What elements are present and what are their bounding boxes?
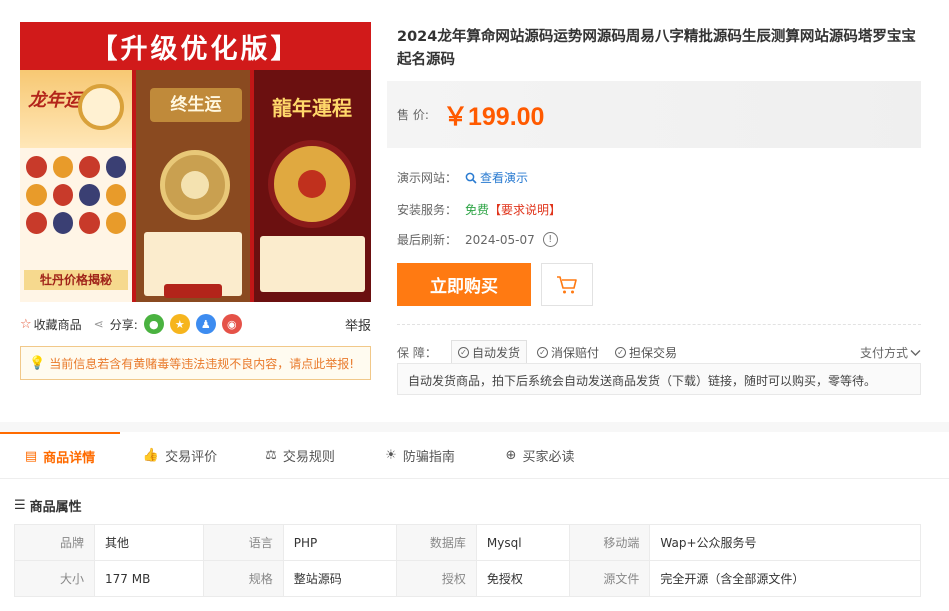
info-icon[interactable]: ! <box>542 232 558 247</box>
buy-now-button[interactable]: 立即购买 <box>397 263 531 306</box>
panel1-footer: 牡丹价格揭秘 <box>24 270 128 290</box>
shop-icon: ▤ <box>24 448 38 464</box>
panel1-ring <box>78 84 124 130</box>
panel3-wheel <box>268 140 356 228</box>
weibo-share-icon[interactable]: ◉ <box>221 314 242 334</box>
demo-label: 演示网站： <box>397 171 458 185</box>
tab-anti-fraud[interactable]: ☀ 防骗指南 <box>360 432 480 478</box>
refresh-row: 最后刷新： 2024-05-07 ! <box>397 231 558 248</box>
bulb-icon: 💡 <box>29 355 46 371</box>
panel1-icon-grid <box>20 148 132 242</box>
guarantee-consumer-protection[interactable]: ✓ 消保赔付 <box>531 341 605 364</box>
tab-buyer-notice[interactable]: ⊕ 买家必读 <box>480 432 600 478</box>
service-row: 安装服务： 免费 【要求说明】 <box>397 201 561 218</box>
image-panel-dragon-year: 龍年運程 <box>254 70 371 302</box>
guarantee-auto-ship[interactable]: ✓ 自动发货 <box>451 340 528 365</box>
share-bar: ⋖ 分享: ● ★ ♟ ◉ <box>94 314 242 334</box>
list-search-icon: ☰ <box>14 498 26 513</box>
chevron-down-icon <box>910 349 921 356</box>
guarantee-label: 保 障： <box>397 346 437 360</box>
panel2-wheel <box>160 150 230 220</box>
demo-row: 演示网站： 查看演示 <box>397 169 528 186</box>
service-label: 安装服务： <box>397 203 458 217</box>
favorite-label: 收藏商品 <box>33 317 82 332</box>
panel2-title: 终生运 <box>150 88 242 122</box>
check-icon: ✓ <box>615 347 627 358</box>
product-title: 2024龙年算命网站源码运势网源码周易八字精批源码生辰测算网站源码塔罗宝宝起名源… <box>397 29 916 68</box>
service-free: 免费 <box>465 203 490 217</box>
search-icon <box>465 172 477 184</box>
thumbs-up-icon: 👍 <box>142 447 160 463</box>
price-box: 售 价: ￥199.00 <box>387 81 921 148</box>
guarantee-escrow[interactable]: ✓ 担保交易 <box>609 341 683 364</box>
refresh-label: 最后刷新： <box>397 233 458 247</box>
circle-plus-icon: ⊕ <box>505 447 517 463</box>
wechat-share-icon[interactable]: ● <box>143 314 164 334</box>
share-icon: ⋖ <box>93 317 104 331</box>
tab-reviews[interactable]: 👍 交易评价 <box>120 432 240 478</box>
price-value: ￥199.00 <box>443 102 545 131</box>
image-panel-lifetime: 终生运 <box>136 70 254 302</box>
favorite-button[interactable]: ☆ 收藏商品 <box>20 316 82 333</box>
panel3-form <box>260 236 365 292</box>
view-demo-link[interactable]: 查看演示 <box>465 169 528 186</box>
cart-icon <box>557 275 577 293</box>
divider <box>397 324 921 325</box>
check-icon: ✓ <box>458 347 469 358</box>
add-to-cart-button[interactable] <box>541 263 593 306</box>
tab-trade-rules[interactable]: ⚖ 交易规则 <box>240 432 360 478</box>
demo-link-label: 查看演示 <box>480 171 529 185</box>
attributes-table: 品牌 其他 语言 PHP 数据库 Mysql 移动端 Wap+公众服务号 大小 … <box>14 524 921 597</box>
check-icon: ✓ <box>537 347 549 358</box>
table-row: 品牌 其他 语言 PHP 数据库 Mysql 移动端 Wap+公众服务号 <box>14 524 921 561</box>
attributes-heading: ☰ 商品属性 <box>14 498 82 515</box>
image-actions: ☆ 收藏商品 ⋖ 分享: ● ★ ♟ ◉ 举报 <box>20 314 371 334</box>
product-image[interactable]: 【升级优化版】 龙年运势 牡丹价格揭秘 终生运 龍年運程 <box>20 22 371 302</box>
qq-share-icon[interactable]: ♟ <box>195 314 216 334</box>
guarantee-row: 保 障： ✓ 自动发货 ✓ 消保赔付 ✓ 担保交易 支付方式 <box>397 340 921 365</box>
qzone-share-icon[interactable]: ★ <box>169 314 190 334</box>
report-link[interactable]: 举报 <box>345 315 371 334</box>
report-warning[interactable]: 💡 当前信息若含有黄赌毒等违法违规不良内容，请点此举报! <box>20 346 371 380</box>
guarantee-description: 自动发货商品，拍下后系统会自动发送商品发货（下载）链接，随时可以购买，零等待。 <box>397 363 921 395</box>
panel2-button <box>164 284 222 298</box>
star-icon: ☆ <box>20 316 32 332</box>
refresh-date: 2024-05-07 <box>465 232 535 247</box>
scale-icon: ⚖ <box>265 447 277 463</box>
section-gap <box>0 422 949 432</box>
detail-tabs: ▤ 商品详情 👍 交易评价 ⚖ 交易规则 ☀ 防骗指南 ⊕ 买家必读 <box>0 432 949 479</box>
bulb-icon: ☀ <box>385 447 397 463</box>
price-label: 售 价: <box>397 108 429 122</box>
share-label: 分享: <box>109 317 138 332</box>
pay-method-dropdown[interactable]: 支付方式 <box>860 344 921 361</box>
panel3-title: 龍年運程 <box>272 96 352 120</box>
image-panels: 龙年运势 牡丹价格揭秘 终生运 龍年運程 <box>20 70 371 302</box>
requirement-link[interactable]: 【要求说明】 <box>489 201 561 218</box>
tab-product-details[interactable]: ▤ 商品详情 <box>0 432 120 478</box>
warning-text: 当前信息若含有黄赌毒等违法违规不良内容，请点此举报! <box>49 356 355 371</box>
image-banner: 【升级优化版】 <box>20 22 371 70</box>
image-panel-fortune: 龙年运势 牡丹价格揭秘 <box>20 70 136 302</box>
table-row: 大小 177 MB 规格 整站源码 授权 免授权 源文件 完全开源（含全部源文件… <box>14 560 921 597</box>
